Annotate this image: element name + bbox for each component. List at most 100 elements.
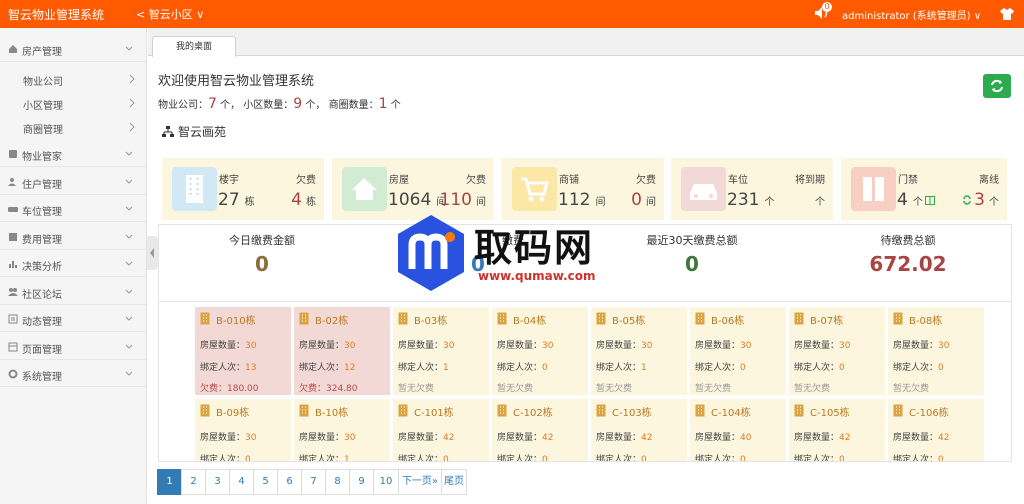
building-card[interactable]: B-10栋房屋数量：30绑定人次：1暂无欠费 [294,399,390,461]
bound-value: 13 [245,363,257,373]
page-link[interactable]: 10 [373,469,399,495]
page-link[interactable]: 下一页» [398,469,442,495]
bound-label: 绑定人次： [398,455,444,462]
fee-pending-total: 待缴费总额 672.02 [808,232,1008,276]
building-bound: 绑定人次：0 [893,360,944,373]
sidebar-collapse-handle[interactable] [147,236,158,270]
sidebar-group-parking[interactable]: 车位管理 [0,196,147,222]
sidebar-item-community[interactable]: 小区管理 [0,91,147,115]
skin-shirt-icon[interactable] [1000,7,1014,20]
sidebar-group-pages[interactable]: 页面管理 [0,334,147,360]
rooms-value: 30 [839,341,851,351]
card-buildings[interactable]: 楼宇 欠费 27 栋 4栋 [162,158,324,220]
building-card[interactable]: B-06栋 房屋数量：30 绑定人次：0 暂无欠费 [690,307,786,395]
page-link[interactable]: 7 [301,469,326,495]
page-link[interactable]: 1 [157,469,182,495]
page-link[interactable]: 9 [349,469,374,495]
building-name: B-08栋 [909,316,943,327]
sidebar-group-residents[interactable]: 住户管理 [0,169,147,195]
rooms-label: 房屋数量： [299,341,345,351]
rooms-label: 房屋数量： [497,433,543,443]
bound-label: 绑定人次： [596,455,642,462]
welcome-heading: 欢迎使用智云物业管理系统 [158,74,315,89]
notification-count-badge: 0 [822,2,832,12]
card-parking[interactable]: 车位 将到期 231 个 个 [671,158,833,220]
rooms-value: 30 [245,433,257,443]
building-card[interactable]: C-103栋房屋数量：42绑定人次：0暂无欠费 [591,399,687,462]
sidebar-group-property[interactable]: 房产管理 [0,36,147,62]
owe-label: 欠费： [200,384,228,394]
page-link[interactable]: 8 [325,469,350,495]
building-card[interactable]: B-09栋房屋数量：30绑定人次：0暂无欠费 [195,399,291,461]
building-card[interactable]: C-102栋房屋数量：42绑定人次：0暂无欠费 [492,399,588,462]
building-icon [596,312,606,325]
building-bound: 绑定人次：0 [497,452,548,462]
building-card[interactable]: B-08栋 房屋数量：30 绑定人次：0 暂无欠费 [888,307,984,395]
building-card[interactable]: C-104栋房屋数量：40绑定人次：0暂无欠费 [690,399,786,461]
building-rooms: 房屋数量：40 [695,430,751,443]
tab-my-desktop[interactable]: 我的桌面 [152,36,236,57]
sidebar-group-analysis[interactable]: 决策分析 [0,251,147,277]
building-card[interactable]: B-04栋 房屋数量：30 绑定人次：0 暂无欠费 [492,307,588,395]
refresh-button[interactable] [983,74,1011,98]
building-card[interactable]: B-010栋 房屋数量：30 绑定人次：13 欠费：180.00 [195,307,291,395]
sidebar-item-property-company[interactable]: 物业公司 [0,67,147,91]
card-right-label: 欠费 [296,175,316,186]
fee-value: 0 [255,252,269,276]
sidebar-group-forum[interactable]: 社区论坛 [0,279,147,305]
card-right-value: 0间 [631,190,656,210]
page-link[interactable]: 2 [181,469,206,495]
building-card[interactable]: C-105栋房屋数量：42绑定人次：0暂无欠费 [789,399,885,461]
user-menu[interactable]: administrator (系统管理员) ∨ [842,7,981,22]
building-bound: 绑定人次：0 [794,452,845,461]
building-owe: 欠费：180.00 [200,381,259,394]
page-link[interactable]: 6 [277,469,302,495]
bound-label: 绑定人次： [893,363,939,373]
bound-value: 0 [938,363,944,373]
building-rooms: 房屋数量：30 [299,338,355,351]
bound-label: 绑定人次： [200,363,246,373]
card-access-control[interactable]: 门禁 离线 4个 3个 [841,158,1007,220]
news-icon [8,314,18,324]
building-card[interactable]: B-05栋 房屋数量：30 绑定人次：1 暂无欠费 [591,307,687,395]
building-icon [794,312,804,325]
sidebar-item-label: 商圈管理 [23,125,63,136]
building-icon [299,312,309,325]
sidebar-group-system[interactable]: 系统管理 [0,361,147,387]
building-card[interactable]: B-07栋 房屋数量：30 绑定人次：0 暂无欠费 [789,307,885,395]
bound-label: 绑定人次： [596,363,642,373]
stats-summary: 物业公司：7 个， 小区数量：9 个， 商圈数量：1 个 [158,96,401,112]
district-count-label: 商圈数量： [328,100,379,111]
sidebar-group-fees[interactable]: 费用管理 [0,224,147,250]
sidebar-item-business-district[interactable]: 商圈管理 [0,115,147,139]
building-rooms: 房屋数量：30 [398,338,454,351]
card-right-label: 离线 [979,175,999,186]
building-rooms: 房屋数量：42 [596,430,652,443]
card-right-number: 3 [974,190,985,210]
butler-icon [9,150,17,158]
card-right-number: 0 [631,190,642,210]
sidebar-group-butler[interactable]: 物业管家 [0,141,147,167]
rooms-label: 房屋数量： [200,341,246,351]
card-shops[interactable]: 商铺 欠费 112 间 0间 [502,158,664,220]
sidebar-item-label: 物业公司 [23,77,63,88]
sidebar-group-news[interactable]: 动态管理 [0,306,147,332]
rooms-value: 42 [443,433,455,443]
building-card[interactable]: C-106栋房屋数量：42绑定人次：0暂无欠费 [888,399,984,461]
page-link[interactable]: 5 [253,469,278,495]
building-name: C-105栋 [810,408,850,419]
card-houses[interactable]: 房屋 欠费 1064 间 110 间 [332,158,494,220]
building-card[interactable]: B-02栋 房屋数量：30 绑定人次：12 欠费：324.80 [294,307,390,395]
building-name: B-03栋 [414,316,448,327]
chevron-down-icon: ∨ [196,8,205,21]
card-value-unit: 个 [912,197,923,208]
page-link[interactable]: 3 [205,469,230,495]
building-card[interactable]: B-03栋 房屋数量：30 绑定人次：1 暂无欠费 [393,307,489,395]
page-link[interactable]: 4 [229,469,254,495]
community-switcher[interactable]: < 智云小区 ∨ [136,6,204,22]
building-card[interactable]: C-101栋房屋数量：42绑定人次：0暂无欠费 [393,399,489,462]
page-link[interactable]: 尾页 [441,469,467,495]
building-rooms: 房屋数量：30 [299,430,355,443]
company-count-label: 物业公司： [158,100,208,111]
bound-value: 0 [542,455,548,462]
